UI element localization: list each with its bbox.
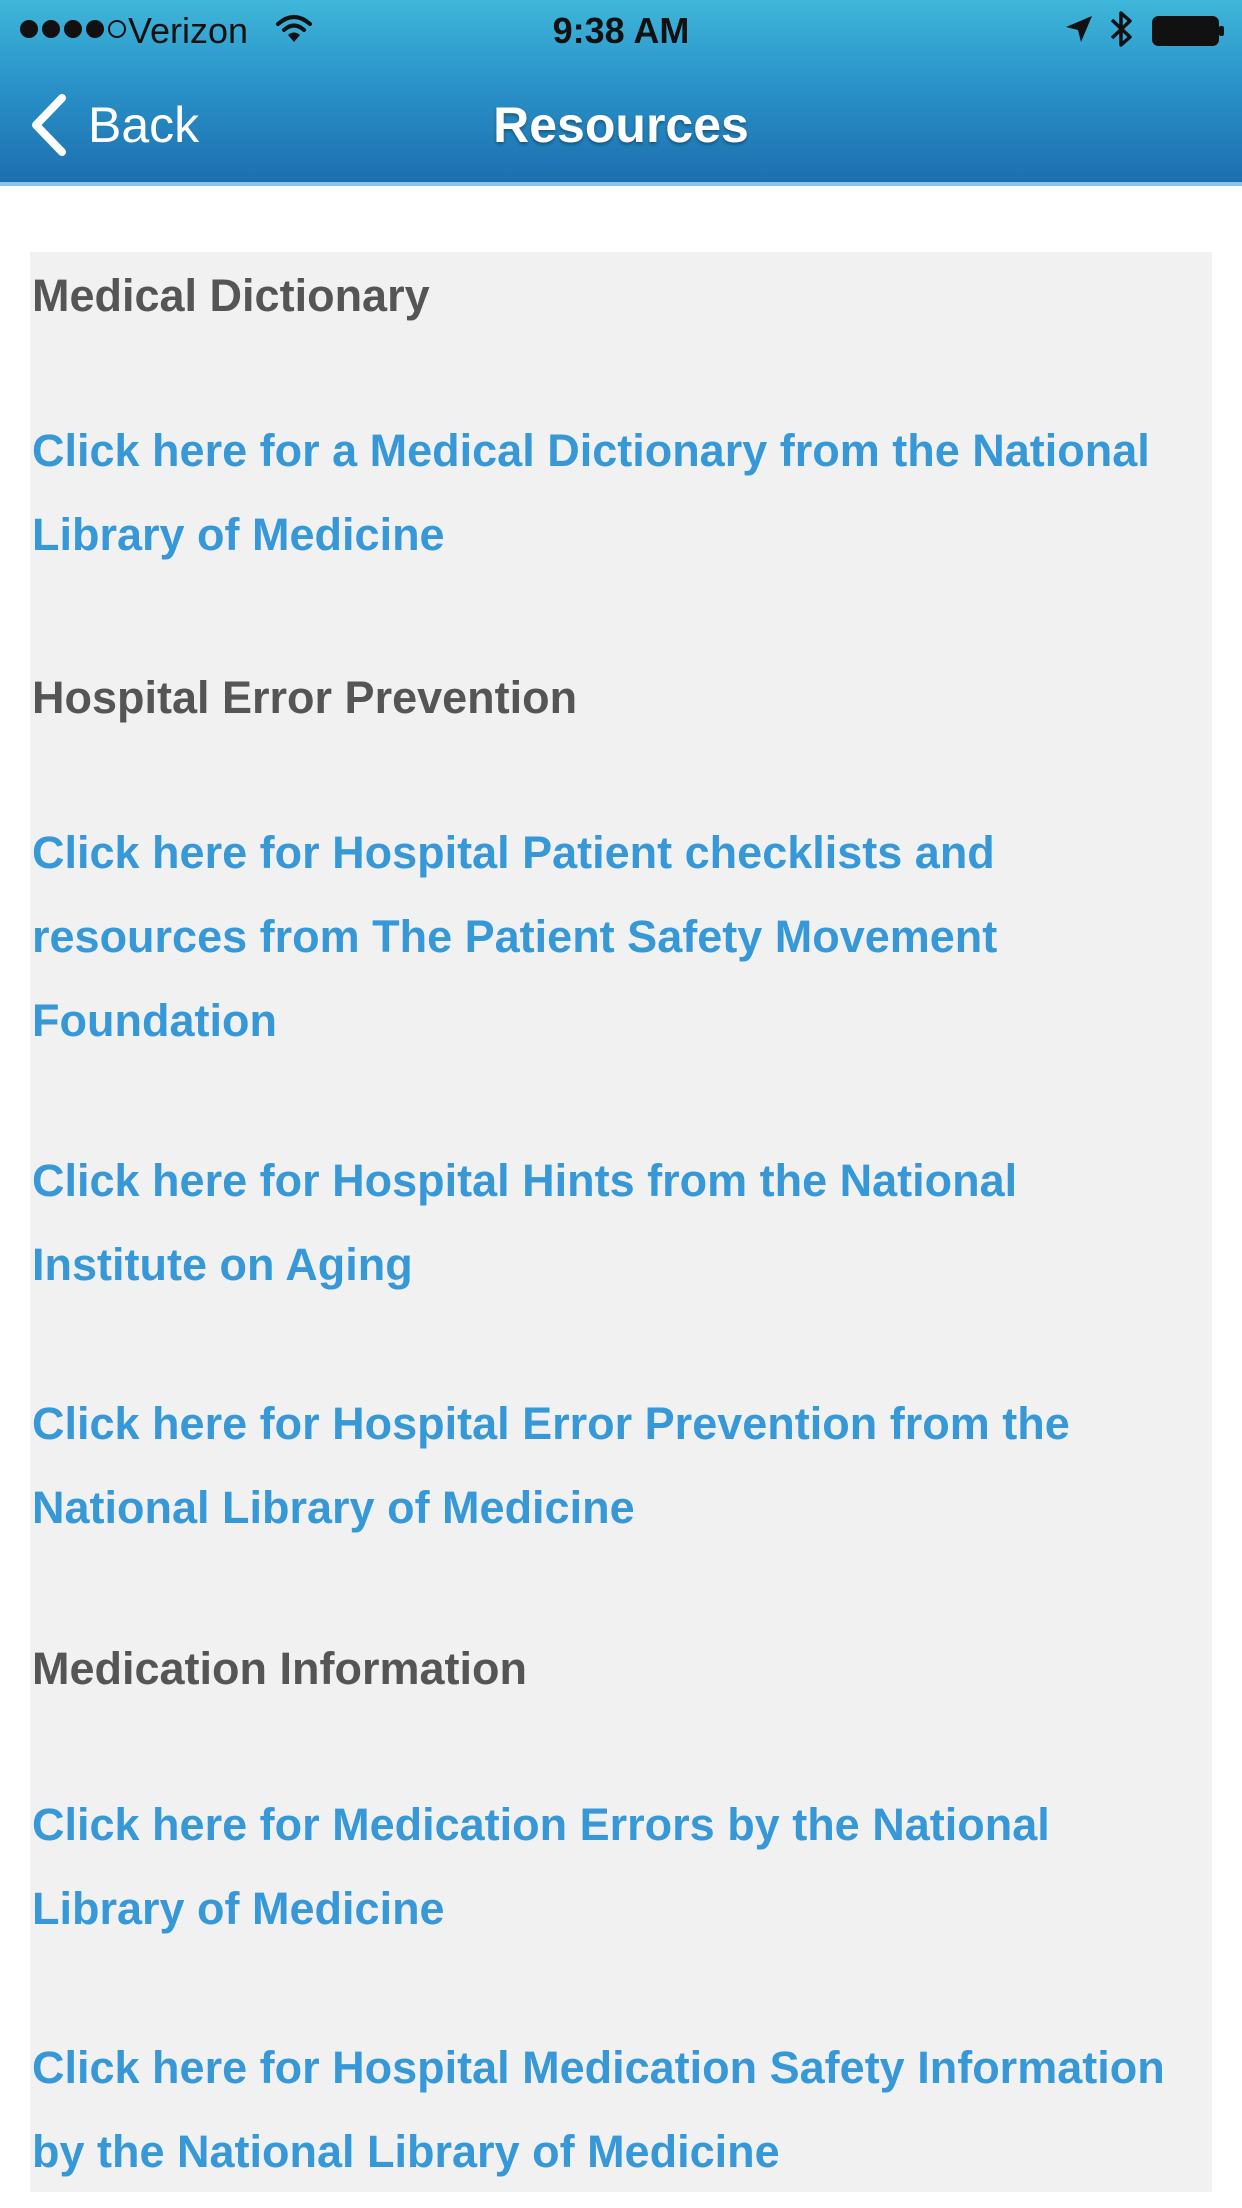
battery-icon <box>1152 16 1224 46</box>
status-bar: Verizon 9:38 AM <box>0 0 1242 60</box>
status-time: 9:38 AM <box>552 10 690 51</box>
section-heading-medication-information: Medication Information <box>32 1643 527 1694</box>
location-arrow-icon <box>1066 16 1092 42</box>
link-hospital-hints[interactable]: Click here for Hospital Hints from the N… <box>32 1139 1192 1307</box>
section-heading-medical-dictionary: Medical Dictionary <box>32 270 430 321</box>
page-title: Resources <box>493 97 749 153</box>
link-medication-errors[interactable]: Click here for Medication Errors by the … <box>32 1783 1192 1951</box>
section-heading-hospital-error-prevention: Hospital Error Prevention <box>32 672 578 723</box>
resources-list: Medical Dictionary Click here for a Medi… <box>30 252 1212 2192</box>
bluetooth-icon <box>1110 11 1132 47</box>
link-medication-safety[interactable]: Click here for Hospital Medication Safet… <box>32 2026 1192 2194</box>
link-patient-safety-checklists[interactable]: Click here for Hospital Patient checklis… <box>32 811 1192 1063</box>
link-hospital-error-prevention[interactable]: Click here for Hospital Error Prevention… <box>32 1382 1192 1550</box>
link-medical-dictionary[interactable]: Click here for a Medical Dictionary from… <box>32 409 1192 577</box>
navigation-header: Verizon 9:38 AM Back Resources <box>0 0 1242 186</box>
